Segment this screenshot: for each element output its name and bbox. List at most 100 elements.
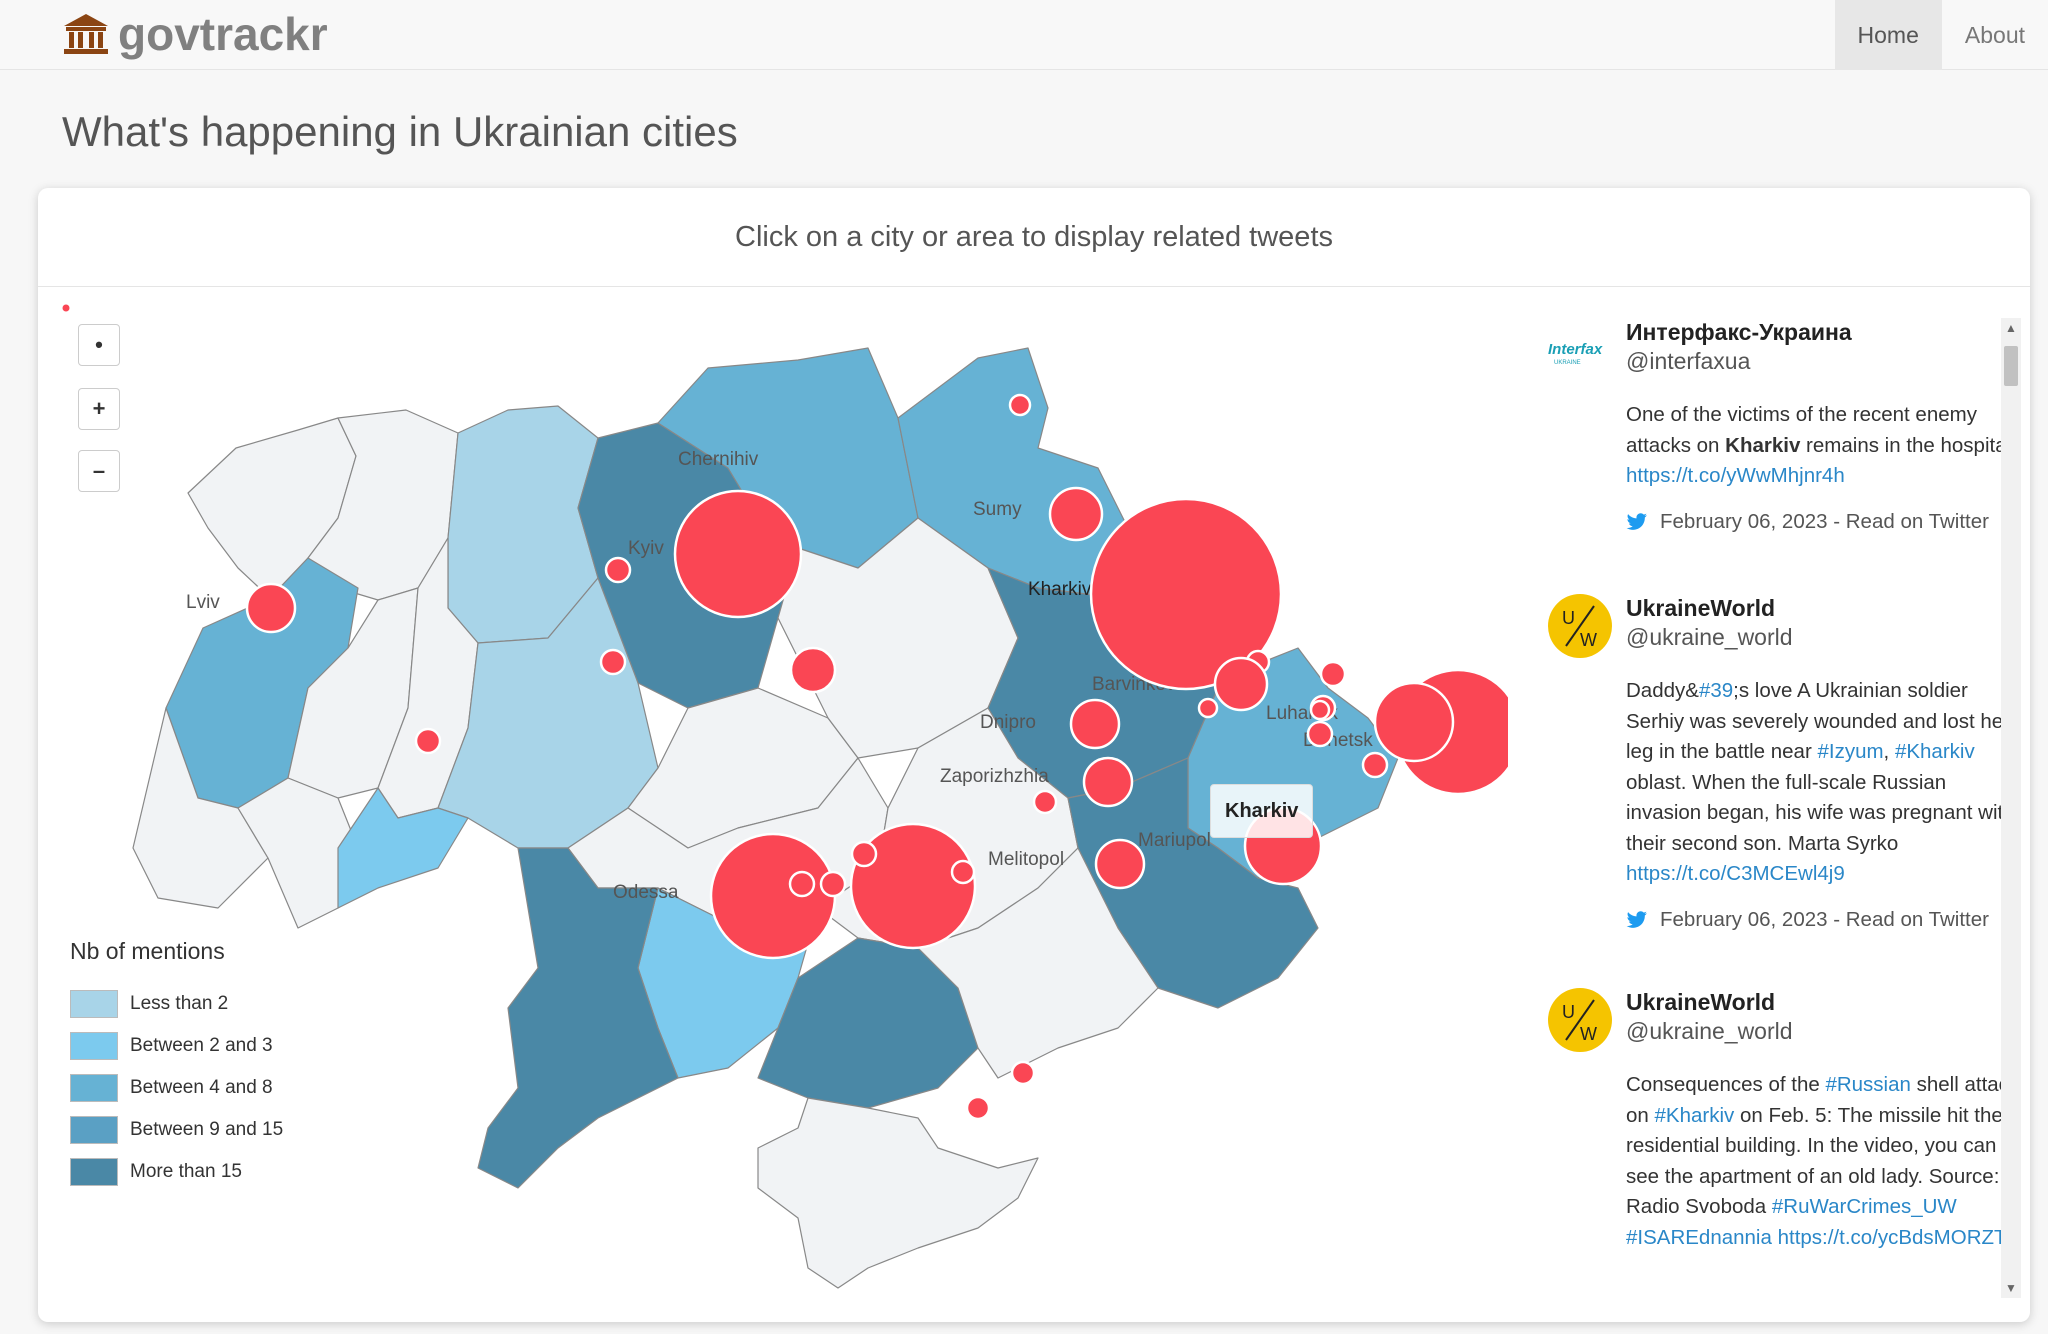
zoom-out-button[interactable]: – xyxy=(78,450,120,492)
tweet-text-part: Consequences of the xyxy=(1626,1073,1826,1096)
city-label-kharkiv[interactable]: Kharkiv xyxy=(1028,579,1092,600)
tweet-date: February 06, 2023 - Read on Twitter xyxy=(1660,907,1989,931)
scroll-up-arrow-icon[interactable]: ▲ xyxy=(2001,318,2021,338)
tweet-author-name[interactable]: UkraineWorld xyxy=(1626,988,1793,1017)
tweet-text-part: Daddy& xyxy=(1626,679,1699,702)
ukraineworld-logo-icon[interactable]: UW xyxy=(1548,594,1612,658)
brand-name: govtrackr xyxy=(118,8,328,60)
bubble-small-marker[interactable] xyxy=(62,304,70,312)
tweet-author-name[interactable]: Интерфакс-Украина xyxy=(1626,318,1852,347)
legend-title: Nb of mentions xyxy=(70,938,225,964)
tweet-header: Interfax UKRAINE Интерфакс-Украина @inte… xyxy=(1548,318,2018,382)
tweet-hashtag[interactable]: #Kharkiv xyxy=(1895,740,1975,763)
bubble[interactable] xyxy=(1319,660,1347,688)
city-label-chernihiv[interactable]: Chernihiv xyxy=(678,449,759,470)
tweet-hashtag[interactable]: #ISAREdnannia xyxy=(1626,1226,1772,1249)
bubble[interactable] xyxy=(1032,789,1058,815)
bubble[interactable] xyxy=(965,1095,991,1121)
nav-home[interactable]: Home xyxy=(1834,0,1942,70)
tweet-author: UkraineWorld @ukraine_world xyxy=(1626,594,1793,652)
nav-about[interactable]: About xyxy=(1942,0,2048,70)
bubble[interactable] xyxy=(1306,720,1334,748)
city-label-melitopol[interactable]: Melitopol xyxy=(988,849,1064,870)
city-label-kyiv[interactable]: Kyiv xyxy=(628,538,664,559)
city-label-odessa[interactable]: Odessa xyxy=(613,882,679,903)
nav-menu: Home About xyxy=(1834,0,2048,70)
tweet-hashtag[interactable]: #39 xyxy=(1699,679,1733,702)
tweet-author-handle[interactable]: @interfaxua xyxy=(1626,347,1852,376)
city-label-lviv[interactable]: Lviv xyxy=(186,592,220,613)
bubble[interactable] xyxy=(1213,656,1269,712)
scroll-down-arrow-icon[interactable]: ▼ xyxy=(2001,1278,2021,1298)
bubble[interactable] xyxy=(819,870,847,898)
bubble[interactable] xyxy=(1361,751,1389,779)
bubble[interactable] xyxy=(414,727,442,755)
navbar: govtrackr Home About xyxy=(0,0,2048,70)
bubble[interactable] xyxy=(1309,699,1331,721)
ukraineworld-logo-icon[interactable]: UW xyxy=(1548,988,1612,1052)
tweet-text-part: oblast. When the full-scale Russian inva… xyxy=(1626,770,2015,855)
tweet-date: February 06, 2023 - Read on Twitter xyxy=(1660,509,1989,533)
tweet-author-handle[interactable]: @ukraine_world xyxy=(1626,1017,1793,1046)
tweet-author-name[interactable]: UkraineWorld xyxy=(1626,594,1793,623)
legend-item: Between 4 and 8 xyxy=(70,1067,283,1109)
tweet-link[interactable]: https://t.co/C3MCEwl4j9 xyxy=(1626,862,1845,885)
tweet-text: Consequences of the #Russian shell attac… xyxy=(1626,1070,2023,1253)
tweet-hashtag[interactable]: #Kharkiv xyxy=(1655,1104,1735,1127)
legend-label: More than 15 xyxy=(130,1161,242,1182)
tweet-card: Interfax UKRAINE Интерфакс-Украина @inte… xyxy=(1548,318,2018,534)
bubble[interactable] xyxy=(673,489,803,619)
uw-logo-w: W xyxy=(1580,1024,1597,1044)
tweet-link[interactable]: https://t.co/yWwMhjnr4h xyxy=(1626,464,1845,487)
region-crimea[interactable] xyxy=(757,1097,1039,1289)
bubble[interactable] xyxy=(1008,393,1032,417)
scroll-thumb[interactable] xyxy=(2004,346,2018,386)
brand[interactable]: govtrackr xyxy=(62,6,328,62)
bubble[interactable] xyxy=(709,832,837,960)
tweet-text-part: remains in the hospital xyxy=(1800,433,2012,457)
ukraine-map[interactable]: Chernihiv Kyiv Sumy Kharkiv Lviv Barvink… xyxy=(38,288,1508,1322)
tweet-header: UW UkraineWorld @ukraine_world xyxy=(1548,988,2018,1052)
bubble[interactable] xyxy=(788,870,816,898)
tweet-card: UW UkraineWorld @ukraine_world Daddy&#39… xyxy=(1548,594,2018,932)
bubble[interactable] xyxy=(1373,681,1455,763)
panel-instruction: Click on a city or area to display relat… xyxy=(735,220,1333,253)
legend-item: Less than 2 xyxy=(70,983,283,1025)
bubble[interactable] xyxy=(1048,486,1104,542)
tweet-meta[interactable]: February 06, 2023 - Read on Twitter xyxy=(1626,510,2018,534)
bubble[interactable] xyxy=(1094,838,1146,890)
tweet-author-handle[interactable]: @ukraine_world xyxy=(1626,623,1793,652)
tweet-hashtag[interactable]: #RuWarCrimes_UW xyxy=(1772,1195,1957,1218)
bubble[interactable] xyxy=(245,582,297,634)
zoom-in-button[interactable]: + xyxy=(78,388,120,430)
bubble[interactable] xyxy=(1069,698,1121,750)
bubble[interactable] xyxy=(1010,1060,1036,1086)
uw-logo-w: W xyxy=(1580,630,1597,650)
bubble[interactable] xyxy=(950,859,976,885)
bubble[interactable] xyxy=(1082,756,1134,808)
tweet-author: UkraineWorld @ukraine_world xyxy=(1626,988,1793,1046)
tweet-text-part: , xyxy=(1883,740,1895,763)
tweet-hashtag[interactable]: #Russian xyxy=(1825,1073,1910,1096)
bubble[interactable] xyxy=(789,646,837,694)
zoom-reset-button[interactable]: • xyxy=(78,324,120,366)
interfax-logo-icon[interactable]: Interfax UKRAINE xyxy=(1548,318,1612,382)
city-label-sumy[interactable]: Sumy xyxy=(973,499,1022,520)
city-label-mariupol[interactable]: Mariupol xyxy=(1138,830,1211,851)
tweet-meta[interactable]: February 06, 2023 - Read on Twitter xyxy=(1626,908,2018,932)
tweets-feed[interactable]: Interfax UKRAINE Интерфакс-Украина @inte… xyxy=(1548,318,2023,1298)
legend-label: Between 4 and 8 xyxy=(130,1077,273,1098)
tweet-link[interactable]: https://t.co/ycBdsMORZT xyxy=(1778,1226,2007,1249)
tweet-keyword: Kharkiv xyxy=(1725,433,1801,457)
uw-logo-u: U xyxy=(1562,608,1575,628)
legend-label: Between 2 and 3 xyxy=(130,1035,273,1056)
tweets-scrollbar[interactable]: ▲ ▼ xyxy=(2001,318,2021,1298)
bubble[interactable] xyxy=(599,648,627,676)
city-label-zaporizhzhia[interactable]: Zaporizhzhia xyxy=(940,766,1049,787)
bubble[interactable] xyxy=(1197,697,1219,719)
city-label-dnipro[interactable]: Dnipro xyxy=(980,712,1036,733)
panel-header: Click on a city or area to display relat… xyxy=(38,188,2030,287)
bubble[interactable] xyxy=(850,840,878,868)
tweet-hashtag[interactable]: #Izyum xyxy=(1817,740,1883,763)
bubble[interactable] xyxy=(604,556,632,584)
